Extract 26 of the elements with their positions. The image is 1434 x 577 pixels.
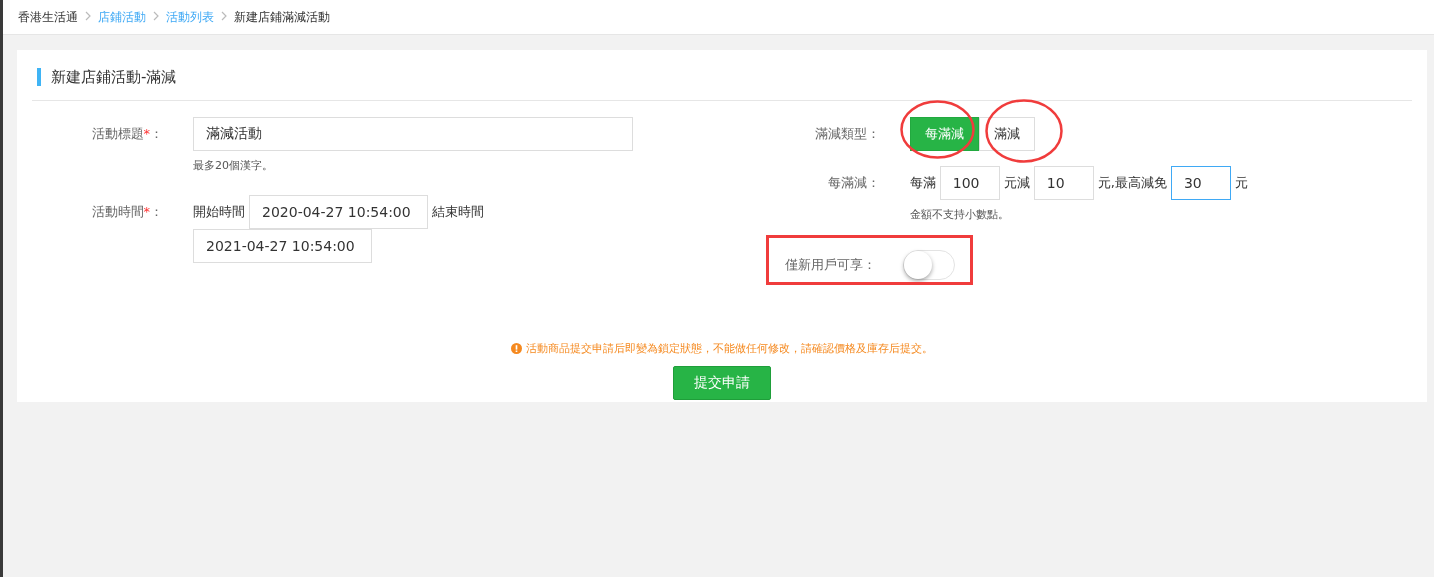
breadcrumb-text: 香港生活通 xyxy=(18,8,78,26)
rule-text: 元減 xyxy=(1003,174,1030,192)
start-label: 開始時間 xyxy=(193,203,245,221)
field-label: 活動時間*： xyxy=(90,203,164,221)
type-option[interactable]: 滿減 xyxy=(978,117,1035,151)
rule-text: 每滿 xyxy=(909,174,936,192)
toggle-switch[interactable] xyxy=(902,250,955,280)
end-label: 結束時間 xyxy=(432,203,484,221)
field-label: 滿減類型： xyxy=(813,125,881,143)
field-label: 僅新用戶可享： xyxy=(783,256,877,274)
input-field[interactable]: 滿減活動 xyxy=(193,117,633,151)
field-label: 活動標題*： xyxy=(90,125,164,143)
rule-text: 元,最高減免 xyxy=(1097,174,1167,192)
amount-field[interactable]: 30 xyxy=(1170,166,1231,200)
hint-text: 金額不支持小數點。 xyxy=(909,207,1010,222)
field-label: 每滿減： xyxy=(826,174,881,192)
amount-field[interactable]: 10 xyxy=(1033,166,1094,200)
date-field[interactable]: 2021-04-27 10:54:00 xyxy=(193,229,372,263)
card-title: 新建店鋪活動-滿減 xyxy=(37,68,177,86)
breadcrumb-text: 新建店鋪滿減活動 xyxy=(234,8,330,26)
warning-text: 活動商品提交申請后即變為鎖定狀態，不能做任何修改，請確認價格及庫存后提交。 xyxy=(526,341,933,356)
amount-field[interactable]: 100 xyxy=(939,166,1000,200)
warning-icon xyxy=(511,343,522,354)
hint-text: 最多20個漢字。 xyxy=(193,158,274,173)
rule-text: 元 xyxy=(1234,174,1248,192)
date-field[interactable]: 2020-04-27 10:54:00 xyxy=(249,195,428,229)
